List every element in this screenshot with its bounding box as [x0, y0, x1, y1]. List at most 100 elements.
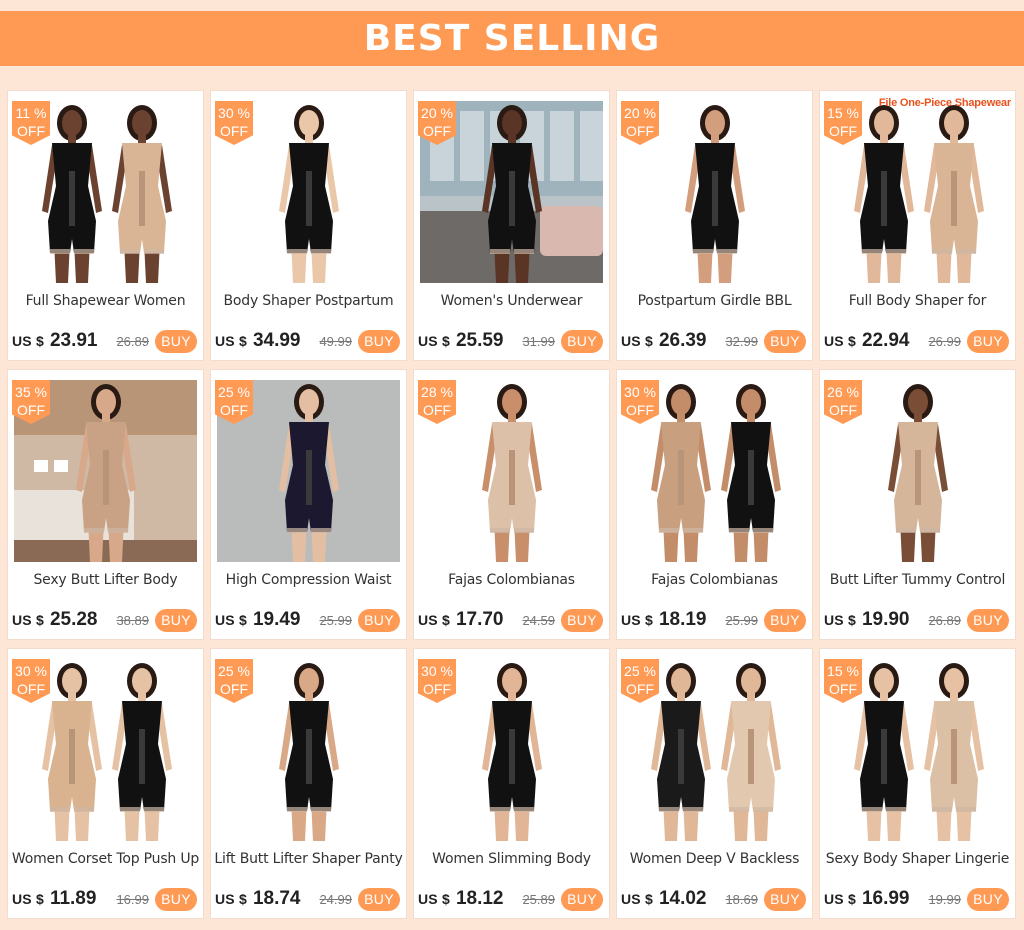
currency-label: US $ — [621, 333, 653, 349]
discount-value: 30 — [421, 663, 437, 679]
discount-unit: % — [440, 384, 453, 400]
product-card[interactable]: 25 % OFF High Compression Waist US $19.49 25… — [210, 369, 407, 640]
product-title[interactable]: Full Body Shaper for — [820, 293, 1015, 309]
discount-off-label: OFF — [220, 681, 248, 697]
price-row: US $ 19.49 25.99 BUY — [215, 608, 400, 632]
buy-button[interactable]: BUY — [358, 887, 400, 911]
discount-value: 26 — [827, 384, 843, 400]
product-title[interactable]: Full Shapewear Women — [8, 293, 203, 309]
sale-price: 14.02 — [658, 888, 707, 909]
price-row: US $ 18.19 25.99 BUY — [621, 608, 806, 632]
product-card[interactable]: 28 % OFF Fajas Colombianas US $17.70 24.59 BU… — [413, 369, 610, 640]
original-price: 26.89 — [928, 612, 961, 628]
product-grid: 11 % OFF Full Shapewear Women US $23.91 26.8… — [7, 90, 1016, 919]
discount-off-label: OFF — [423, 123, 451, 139]
buy-button[interactable]: BUY — [561, 608, 603, 632]
product-title[interactable]: Body Shaper Postpartum — [211, 293, 406, 309]
buy-button[interactable]: BUY — [967, 329, 1009, 353]
currency-label: US $ — [215, 891, 247, 907]
sale-price: 18.19 — [658, 609, 707, 630]
original-price: 25.99 — [725, 612, 758, 628]
sale-price: 18.12 — [455, 888, 504, 909]
discount-value: 30 — [218, 105, 234, 121]
currency-label: US $ — [621, 891, 653, 907]
buy-button[interactable]: BUY — [764, 329, 806, 353]
discount-unit: % — [643, 105, 656, 121]
discount-unit: % — [440, 105, 453, 121]
product-title[interactable]: High Compression Waist — [211, 572, 406, 588]
sale-price: 19.90 — [861, 609, 910, 630]
buy-button[interactable]: BUY — [967, 608, 1009, 632]
product-card[interactable]: File One-Piece Shapewear 15 % OFF Full Body… — [819, 90, 1016, 361]
product-card[interactable]: 11 % OFF Full Shapewear Women US $23.91 26.8… — [7, 90, 204, 361]
discount-off-label: OFF — [17, 402, 45, 418]
product-title[interactable]: Women Slimming Body — [414, 851, 609, 867]
discount-percent: 30 % — [621, 383, 659, 401]
product-title[interactable]: Fajas Colombianas — [414, 572, 609, 588]
buy-button[interactable]: BUY — [358, 329, 400, 353]
discount-value: 20 — [421, 105, 437, 121]
discount-unit: % — [643, 663, 656, 679]
product-card[interactable]: 15 % OFF Sexy Body Shaper Lingerie US $16.9… — [819, 648, 1016, 919]
discount-unit: % — [34, 663, 47, 679]
price-row: US $ 25.59 31.99 BUY — [418, 329, 603, 353]
product-card[interactable]: 25 % OFF Lift Butt Lifter Shaper Panty US $… — [210, 648, 407, 919]
discount-value: 15 — [827, 105, 843, 121]
product-title[interactable]: Women Corset Top Push Up — [8, 851, 203, 867]
buy-button[interactable]: BUY — [764, 608, 806, 632]
discount-off-label: OFF — [829, 681, 857, 697]
buy-button[interactable]: BUY — [155, 887, 197, 911]
product-title[interactable]: Fajas Colombianas — [617, 572, 812, 588]
discount-unit: % — [237, 105, 250, 121]
product-card[interactable]: 35 % OFF Sexy Butt Lifter Body US $25.28 38.… — [7, 369, 204, 640]
original-price: 18.69 — [725, 891, 758, 907]
discount-value: 20 — [624, 105, 640, 121]
product-title[interactable]: Sexy Body Shaper Lingerie — [820, 851, 1015, 867]
discount-off-label: OFF — [626, 402, 654, 418]
product-card[interactable]: 26 % OFF Butt Lifter Tummy Control US $19.9… — [819, 369, 1016, 640]
sale-price: 11.89 — [49, 888, 97, 909]
product-card[interactable]: 20 % OFF Postpartum Girdle BBL US $26.39 32.… — [616, 90, 813, 361]
product-title[interactable]: Women Deep V Backless — [617, 851, 812, 867]
buy-button[interactable]: BUY — [155, 608, 197, 632]
sale-price: 25.59 — [455, 330, 504, 351]
discount-unit: % — [846, 384, 859, 400]
price-row: US $ 22.94 26.99 BUY — [824, 329, 1009, 353]
product-card[interactable]: 25 % OFF Women Deep V Backless US $14.02 18.… — [616, 648, 813, 919]
discount-off-label: OFF — [829, 402, 857, 418]
product-title[interactable]: Sexy Butt Lifter Body — [8, 572, 203, 588]
product-title[interactable]: Butt Lifter Tummy Control — [820, 572, 1015, 588]
original-price: 24.99 — [319, 891, 352, 907]
product-card[interactable]: 30 % OFF Fajas Colombianas US $ 18.19 25.99 BU… — [616, 369, 813, 640]
buy-button[interactable]: BUY — [967, 887, 1009, 911]
discount-off-label: OFF — [626, 123, 654, 139]
sale-price: 19.49 — [252, 609, 301, 630]
buy-button[interactable]: BUY — [155, 329, 197, 353]
original-price: 26.89 — [116, 333, 149, 349]
product-title[interactable]: Postpartum Girdle BBL — [617, 293, 812, 309]
product-title[interactable]: Women's Underwear — [414, 293, 609, 309]
currency-label: US $ — [12, 891, 44, 907]
price-row: US $ 26.39 32.99 BUY — [621, 329, 806, 353]
discount-unit: % — [237, 663, 250, 679]
discount-percent: 25 % — [215, 383, 253, 401]
price-row: US $ 16.99 19.99 BUY — [824, 887, 1009, 911]
discount-unit: % — [237, 384, 250, 400]
product-card[interactable]: 30 % OFF Body Shaper Postpartum US $34.99 49… — [210, 90, 407, 361]
product-card[interactable]: 30 % OFF Women Slimming Body US $18.12 25.89… — [413, 648, 610, 919]
original-price: 19.99 — [928, 891, 961, 907]
sale-price: 25.28 — [49, 609, 98, 630]
buy-button[interactable]: BUY — [764, 887, 806, 911]
product-card[interactable]: 30 % OFF Women Corset Top Push Up US $11.89… — [7, 648, 204, 919]
buy-button[interactable]: BUY — [561, 329, 603, 353]
discount-off-label: OFF — [626, 681, 654, 697]
product-card[interactable]: 20 % OFF Women's Underwear US $25.59 31.99 BU… — [413, 90, 610, 361]
discount-unit: % — [846, 105, 859, 121]
discount-percent: 30 % — [418, 662, 456, 680]
original-price: 32.99 — [725, 333, 758, 349]
buy-button[interactable]: BUY — [561, 887, 603, 911]
original-price: 38.89 — [116, 612, 149, 628]
buy-button[interactable]: BUY — [358, 608, 400, 632]
product-title[interactable]: Lift Butt Lifter Shaper Panty — [211, 851, 406, 867]
currency-label: US $ — [621, 612, 653, 628]
